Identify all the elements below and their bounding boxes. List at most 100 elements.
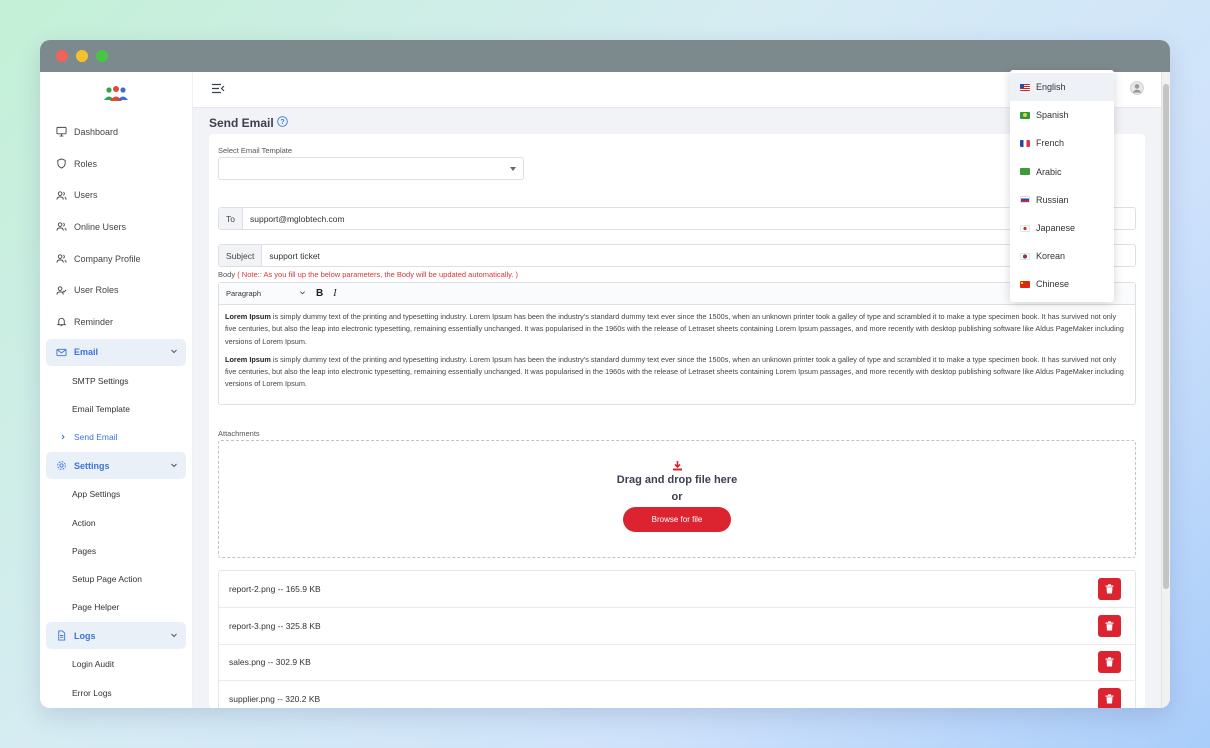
- sidebar-item-page-helper[interactable]: Page Helper: [46, 593, 186, 621]
- language-menu: English Spanish French Arabic Russian Ja…: [1010, 70, 1114, 302]
- chevron-down-icon: [170, 347, 178, 357]
- download-icon: [219, 460, 1135, 471]
- language-option-korean[interactable]: Korean: [1010, 242, 1114, 270]
- sidebar-item-label: User Roles: [74, 285, 119, 296]
- page-scrollbar[interactable]: [1161, 72, 1170, 708]
- gear-icon: [56, 460, 67, 471]
- sidebar-item-label: Reminder: [74, 316, 114, 327]
- logo[interactable]: [40, 72, 192, 116]
- browse-file-button[interactable]: Browse for file: [623, 507, 731, 532]
- body-label: Body ( Note:: As you fill up the below p…: [218, 270, 519, 279]
- dropzone-or: or: [671, 491, 683, 503]
- chevron-down-icon: [170, 461, 178, 471]
- file-name: report-2.png -- 165.9 KB: [229, 583, 321, 594]
- sidebar-item-company-profile[interactable]: Company Profile: [46, 243, 186, 275]
- file-name: sales.png -- 302.9 KB: [229, 657, 311, 668]
- sidebar-group-email[interactable]: Email: [46, 338, 186, 366]
- subject-input[interactable]: support ticket: [262, 245, 320, 266]
- italic-button[interactable]: I: [333, 288, 336, 299]
- file-name: supplier.png -- 320.2 KB: [229, 694, 321, 705]
- sidebar-item-error-logs[interactable]: Error Logs: [46, 679, 186, 707]
- user-check-icon: [56, 285, 67, 296]
- svg-text:?: ?: [280, 119, 284, 126]
- bold-button[interactable]: B: [316, 288, 323, 299]
- help-icon[interactable]: ?: [276, 116, 288, 130]
- sidebar-item-setup-page-action[interactable]: Setup Page Action: [46, 565, 186, 593]
- subject-field[interactable]: Subject support ticket: [218, 244, 1136, 267]
- dropzone-title: Drag and drop file here: [616, 474, 738, 486]
- team-logo-icon: [104, 86, 128, 101]
- to-input[interactable]: support@mglobtech.com: [243, 208, 345, 229]
- body-editor[interactable]: Paragraph B I Lorem Ipsum is simply dumm…: [218, 282, 1136, 405]
- sidebar-item-action[interactable]: Action: [46, 509, 186, 537]
- us-flag-icon: [1020, 83, 1030, 91]
- avatar[interactable]: [1130, 80, 1144, 100]
- sidebar-item-roles[interactable]: Roles: [46, 148, 186, 180]
- to-field[interactable]: To support@mglobtech.com: [218, 207, 1136, 230]
- sidebar-item-label: Online Users: [74, 221, 127, 232]
- sidebar-item-reminder[interactable]: Reminder: [46, 306, 186, 338]
- delete-file-button[interactable]: [1098, 577, 1121, 600]
- sidebar-item-send-email[interactable]: Send Email: [46, 423, 186, 451]
- delete-file-button[interactable]: [1098, 614, 1121, 637]
- attachments-label: Attachments: [218, 429, 260, 438]
- trash-icon: [1105, 620, 1114, 631]
- language-option-japanese[interactable]: Japanese: [1010, 214, 1114, 242]
- app: Dashboard Roles Users Online Users Compa…: [40, 72, 1170, 708]
- sidebar-item-label: Company Profile: [74, 253, 141, 264]
- menu-collapse-icon[interactable]: [211, 81, 225, 99]
- list-item: report-2.png -- 165.9 KB: [219, 571, 1135, 608]
- sidebar-item-login-audit[interactable]: Login Audit: [46, 650, 186, 678]
- sidebar-item-online-users[interactable]: Online Users: [46, 211, 186, 243]
- delete-file-button[interactable]: [1098, 688, 1121, 708]
- ru-flag-icon: [1020, 196, 1030, 204]
- users-icon: [56, 253, 67, 264]
- sidebar-item-users[interactable]: Users: [46, 179, 186, 211]
- sidebar-item-pages[interactable]: Pages: [46, 537, 186, 565]
- browser-window: Dashboard Roles Users Online Users Compa…: [40, 40, 1170, 708]
- trash-icon: [1105, 657, 1114, 667]
- file-dropzone[interactable]: Drag and drop file here or Browse for fi…: [218, 440, 1136, 558]
- editor-toolbar: Paragraph B I: [219, 283, 1135, 305]
- close-window-button[interactable]: [56, 50, 68, 62]
- maximize-window-button[interactable]: [96, 50, 108, 62]
- template-select-label: Select Email Template: [218, 146, 293, 155]
- sidebar-item-app-settings[interactable]: App Settings: [46, 480, 186, 508]
- language-option-arabic[interactable]: Arabic: [1010, 158, 1114, 186]
- users-icon: [56, 221, 67, 232]
- minimize-window-button[interactable]: [76, 50, 88, 62]
- language-option-spanish[interactable]: Spanish: [1010, 101, 1114, 129]
- language-option-french[interactable]: French: [1010, 129, 1114, 157]
- scrollbar-thumb[interactable]: [1163, 84, 1169, 589]
- sidebar-item-smtp-settings[interactable]: SMTP Settings: [46, 367, 186, 395]
- file-name: report-3.png -- 325.8 KB: [229, 620, 321, 631]
- trash-icon: [1105, 694, 1114, 704]
- delete-file-button[interactable]: [1098, 651, 1121, 674]
- br-flag-icon: [1020, 111, 1030, 119]
- language-option-chinese[interactable]: Chinese: [1010, 270, 1114, 298]
- sidebar-group-logs[interactable]: Logs: [46, 622, 186, 650]
- chevron-right-icon: [60, 432, 66, 442]
- sidebar-item-dashboard[interactable]: Dashboard: [46, 116, 186, 148]
- sidebar-group-settings[interactable]: Settings: [46, 452, 186, 480]
- shield-icon: [56, 158, 67, 169]
- jp-flag-icon: [1020, 224, 1030, 232]
- window-titlebar: [40, 40, 1170, 72]
- sidebar-item-label: Users: [74, 190, 98, 201]
- language-option-english[interactable]: English: [1010, 73, 1114, 102]
- kr-flag-icon: [1020, 252, 1030, 260]
- email-template-select[interactable]: [218, 157, 524, 180]
- sidebar-group-label: Settings: [74, 460, 110, 471]
- sidebar-group-label: Email: [74, 347, 99, 358]
- language-option-russian[interactable]: Russian: [1010, 186, 1114, 214]
- to-label: To: [219, 208, 243, 229]
- sidebar-item-user-roles[interactable]: User Roles: [46, 274, 186, 306]
- bell-icon: [56, 316, 67, 327]
- mail-icon: [56, 347, 67, 358]
- monitor-icon: [56, 126, 67, 137]
- send-email-form: Select Email Template To support@mglobte…: [209, 134, 1145, 708]
- sidebar-item-label: Roles: [74, 158, 98, 169]
- sidebar-item-email-template[interactable]: Email Template: [46, 395, 186, 423]
- format-dropdown[interactable]: Paragraph: [226, 289, 306, 298]
- subject-label: Subject: [219, 245, 263, 266]
